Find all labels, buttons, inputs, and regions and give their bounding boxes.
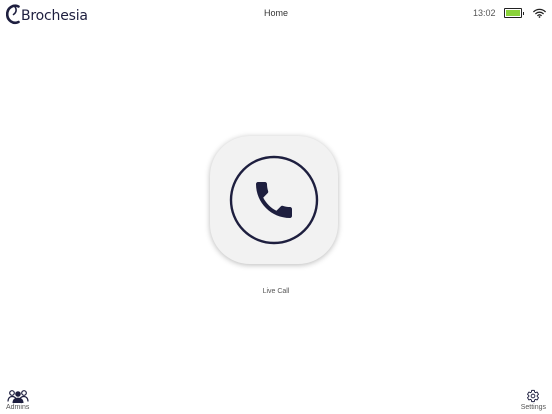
users-icon (7, 390, 29, 403)
status-bar: 13:02 (473, 6, 546, 20)
phone-icon (229, 155, 319, 245)
battery-body (503, 8, 522, 18)
settings-nav-button[interactable]: Settings (521, 389, 546, 411)
settings-nav-label: Settings (520, 404, 546, 411)
page-title: Home (263, 8, 288, 18)
admins-nav-button[interactable]: Admins (6, 389, 29, 411)
admins-nav-label: Admins (6, 404, 30, 411)
live-call-label: Live Call (262, 288, 290, 295)
header: Brochesia Home 13:02 (0, 0, 552, 28)
battery-tip (522, 11, 524, 15)
wifi-icon (533, 8, 546, 18)
battery-icon (503, 8, 524, 18)
gear-icon (527, 389, 540, 403)
live-call-button[interactable] (210, 136, 338, 264)
battery-level-fill (505, 10, 520, 16)
clock: 13:02 (472, 8, 496, 18)
